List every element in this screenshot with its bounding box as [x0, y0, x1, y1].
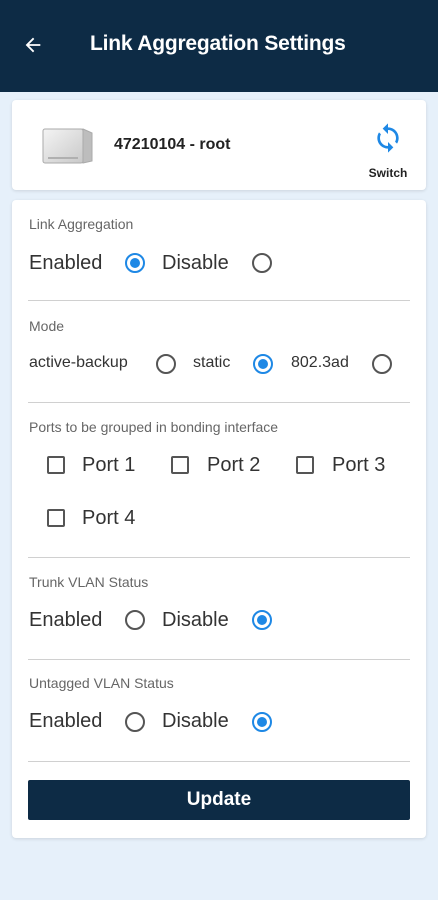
mode-8023ad-label: 802.3ad — [291, 354, 349, 371]
link-aggregation-disable-label: Disable — [162, 252, 229, 274]
port-1-label: Port 1 — [82, 454, 136, 476]
port-2-label: Port 2 — [207, 454, 261, 476]
untagged-vlan-enabled-radio[interactable] — [125, 712, 145, 732]
divider — [28, 761, 410, 762]
settings-card: Link Aggregation Enabled Disable Mode ac… — [12, 200, 426, 838]
router-device-icon — [42, 128, 93, 164]
trunk-vlan-enabled-label: Enabled — [29, 609, 103, 631]
back-button[interactable] — [18, 30, 48, 60]
link-aggregation-label: Link Aggregation — [29, 216, 134, 232]
divider — [28, 300, 410, 301]
device-name: 47210104 - root — [114, 136, 231, 153]
switch-label: Switch — [368, 166, 408, 180]
port-3-label: Port 3 — [332, 454, 386, 476]
app-bar: Link Aggregation Settings — [0, 0, 438, 92]
mode-static-radio[interactable] — [253, 354, 273, 374]
port-3-checkbox[interactable] — [296, 456, 314, 474]
divider — [28, 557, 410, 558]
page-title: Link Aggregation Settings — [90, 32, 346, 55]
port-4-checkbox[interactable] — [47, 509, 65, 527]
link-aggregation-enabled-label: Enabled — [29, 252, 103, 274]
trunk-vlan-label: Trunk VLAN Status — [29, 574, 149, 590]
mode-8023ad-radio[interactable] — [372, 354, 392, 374]
port-2-checkbox[interactable] — [171, 456, 189, 474]
divider — [28, 659, 410, 660]
port-4-label: Port 4 — [82, 507, 136, 529]
device-card: 47210104 - root Switch — [12, 100, 426, 190]
mode-label: Mode — [29, 318, 65, 334]
link-aggregation-enabled-radio[interactable] — [125, 253, 145, 273]
divider — [28, 402, 410, 403]
switch-device-button[interactable]: Switch — [350, 118, 426, 184]
sync-icon — [377, 123, 399, 153]
untagged-vlan-label: Untagged VLAN Status — [29, 675, 174, 691]
trunk-vlan-disable-label: Disable — [162, 609, 229, 631]
mode-active-backup-radio[interactable] — [156, 354, 176, 374]
untagged-vlan-enabled-label: Enabled — [29, 710, 103, 732]
link-aggregation-disable-radio[interactable] — [252, 253, 272, 273]
trunk-vlan-enabled-radio[interactable] — [125, 610, 145, 630]
trunk-vlan-disable-radio[interactable] — [252, 610, 272, 630]
untagged-vlan-disable-label: Disable — [162, 710, 229, 732]
mode-static-label: static — [193, 354, 231, 371]
ports-label: Ports to be grouped in bonding interface — [29, 419, 279, 435]
mode-active-backup-label: active-backup — [29, 354, 128, 371]
update-button[interactable]: Update — [28, 780, 410, 820]
port-1-checkbox[interactable] — [47, 456, 65, 474]
untagged-vlan-disable-radio[interactable] — [252, 712, 272, 732]
arrow-left-icon — [25, 37, 41, 53]
